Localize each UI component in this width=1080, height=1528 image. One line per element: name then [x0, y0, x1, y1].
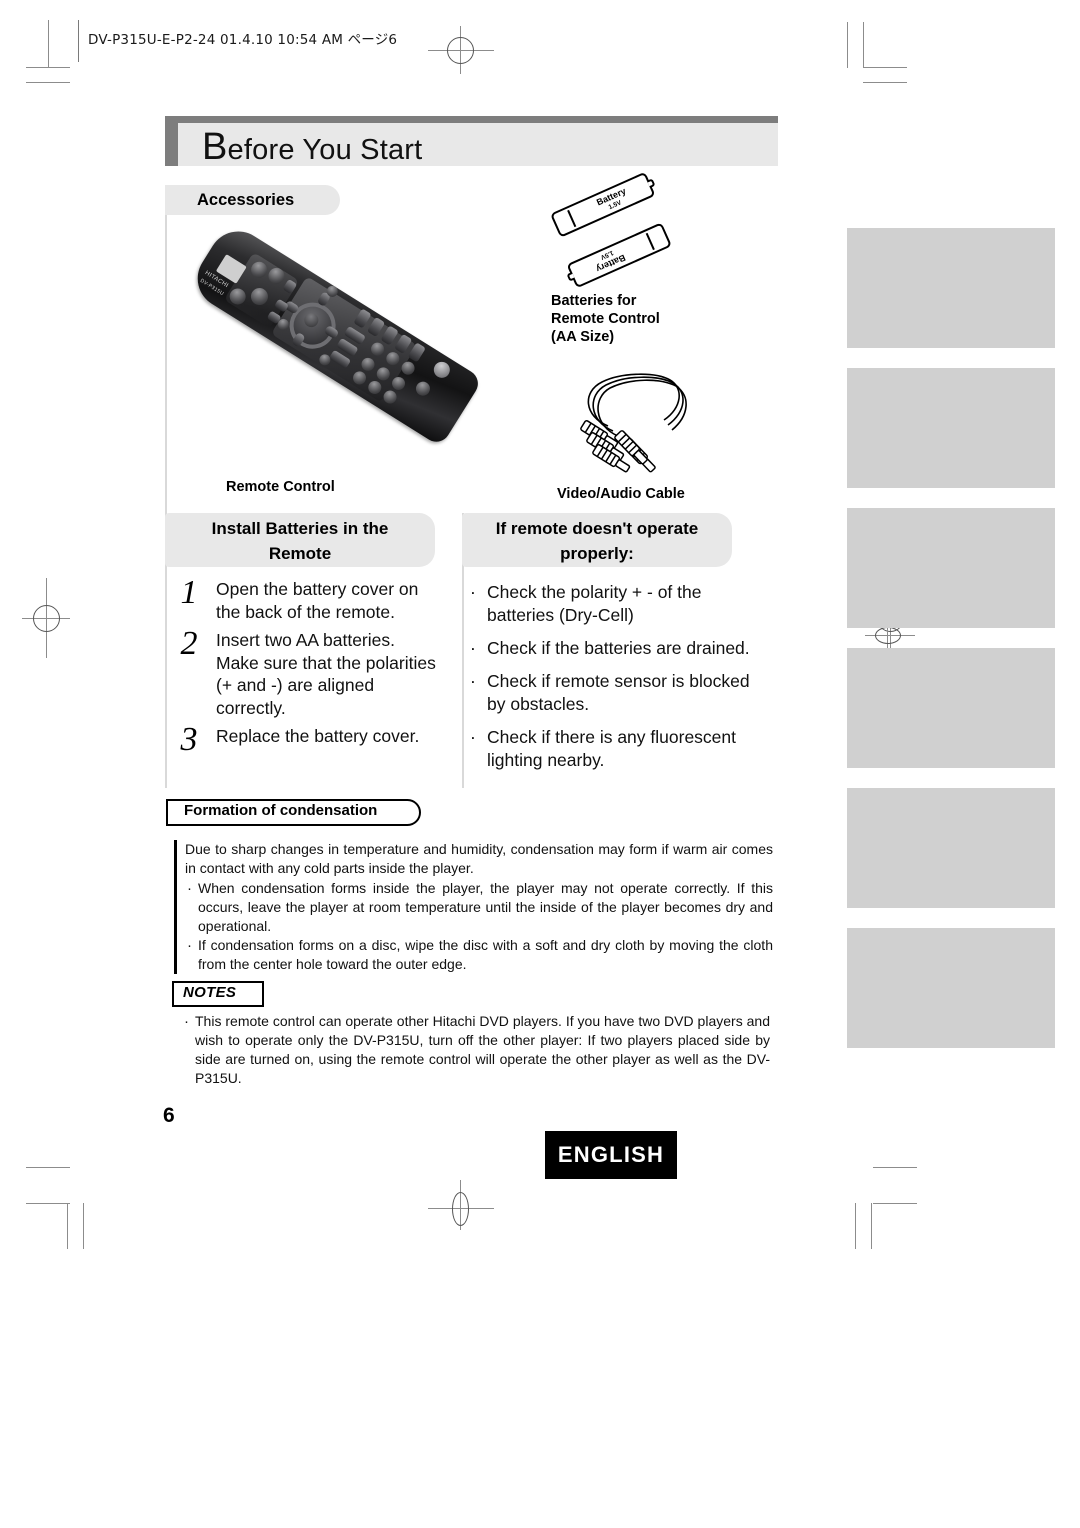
manual-page: DV-P315U-E-P2-24 01.4.10 10:54 AM ページ6 B… [0, 0, 1080, 1528]
condensation-body: Due to sharp changes in temperature and … [174, 840, 773, 974]
install-batteries-heading-text: Install Batteries in the Remote [211, 519, 389, 563]
accessories-left-rule [165, 185, 167, 515]
bullet-text: Check if the batteries are drained. [487, 638, 750, 658]
condensation-heading: Formation of condensation [166, 799, 425, 831]
list-item: 3 Replace the battery cover. [172, 721, 442, 758]
condensation-heading-text: Formation of condensation [184, 802, 378, 819]
language-badge: ENGLISH [545, 1131, 677, 1179]
troubleshoot-bullets-list: · Check the polarity + - of the batterie… [470, 581, 750, 782]
step-number: 3 [180, 721, 198, 758]
bullet-dot: · [470, 638, 476, 658]
list-item: · Check if remote sensor is blocked by o… [470, 670, 750, 716]
bullet-dot: · [470, 727, 476, 747]
remote-power-button [430, 358, 453, 381]
list-item: When condensation forms inside the playe… [185, 879, 773, 936]
notes-body: This remote control can operate other Hi… [174, 1012, 770, 1088]
registration-mark-bottom [428, 1180, 494, 1238]
step-text: Open the battery cover on the back of th… [216, 579, 419, 622]
side-index-tab-6[interactable] [847, 928, 1055, 1048]
notes-heading: NOTES [172, 981, 269, 1012]
step-text: Insert two AA batteries. Make sure that … [216, 630, 436, 718]
bullet-text: Check if remote sensor is blocked by obs… [487, 671, 750, 714]
list-item: 1 Open the battery cover on the back of … [172, 574, 442, 623]
troubleshoot-heading-text: If remote doesn't operate properly: [495, 519, 699, 563]
troubleshoot-heading: If remote doesn't operate properly: [462, 513, 732, 567]
list-item: · Check if the batteries are drained. [470, 637, 750, 660]
side-index-tab-3[interactable] [847, 508, 1055, 628]
side-index-tab-5[interactable] [847, 788, 1055, 908]
list-item: 2 Insert two AA batteries. Make sure tha… [172, 625, 442, 719]
step-text: Replace the battery cover. [216, 726, 420, 746]
install-batteries-heading: Install Batteries in the Remote [165, 513, 435, 567]
page-title: Before You Start [202, 126, 422, 169]
rca-cable-illustration [580, 373, 687, 473]
list-item: If condensation forms on a disc, wipe th… [185, 936, 773, 974]
page-title-initial: B [202, 126, 228, 168]
list-item: · Check the polarity + - of the batterie… [470, 581, 750, 627]
bullet-text: Check the polarity + - of the batteries … [487, 582, 702, 625]
registration-mark-top [428, 22, 494, 80]
aa-batteries-illustration: Battery 1.5V Battery 1.5V [548, 171, 698, 292]
header-rule [78, 20, 79, 62]
side-index-tab-1[interactable] [847, 228, 1055, 348]
step-number: 2 [180, 625, 198, 662]
side-index-tab-4[interactable] [847, 648, 1055, 768]
install-steps-list: 1 Open the battery cover on the back of … [172, 574, 442, 758]
list-item: · Check if there is any fluorescent ligh… [470, 726, 750, 772]
bullet-text: Check if there is any fluorescent lighti… [487, 727, 737, 770]
notes-heading-text: NOTES [183, 984, 237, 1001]
remote-control-illustration: HITACHI DV-P315U [185, 208, 515, 463]
page-title-rest: efore You Start [227, 134, 423, 166]
battery-lower: Battery 1.5V [566, 222, 672, 289]
remote-body: HITACHI DV-P315U [186, 220, 484, 448]
bullet-dot: · [470, 671, 476, 691]
list-item: This remote control can operate other Hi… [182, 1012, 770, 1088]
page-title-banner: Before You Start [165, 116, 778, 169]
print-header-text: DV-P315U-E-P2-24 01.4.10 10:54 AM ページ6 [88, 32, 398, 48]
side-index-tab-2[interactable] [847, 368, 1055, 488]
battery-lower-label: Battery 1.5V [580, 240, 637, 278]
caption-av-cable: Video/Audio Cable [557, 486, 685, 502]
bullet-dot: · [470, 582, 476, 602]
registration-mark-left [18, 578, 76, 658]
condensation-intro: Due to sharp changes in temperature and … [185, 841, 773, 876]
battery-upper: Battery 1.5V [550, 171, 656, 238]
caption-remote-control: Remote Control [226, 479, 335, 495]
step-number: 1 [180, 574, 198, 611]
remote-num-0 [413, 379, 433, 399]
page-number: 6 [163, 1104, 175, 1127]
battery-upper-label: Battery 1.5V [585, 182, 642, 220]
caption-batteries: Batteries for Remote Control (AA Size) [551, 293, 660, 345]
